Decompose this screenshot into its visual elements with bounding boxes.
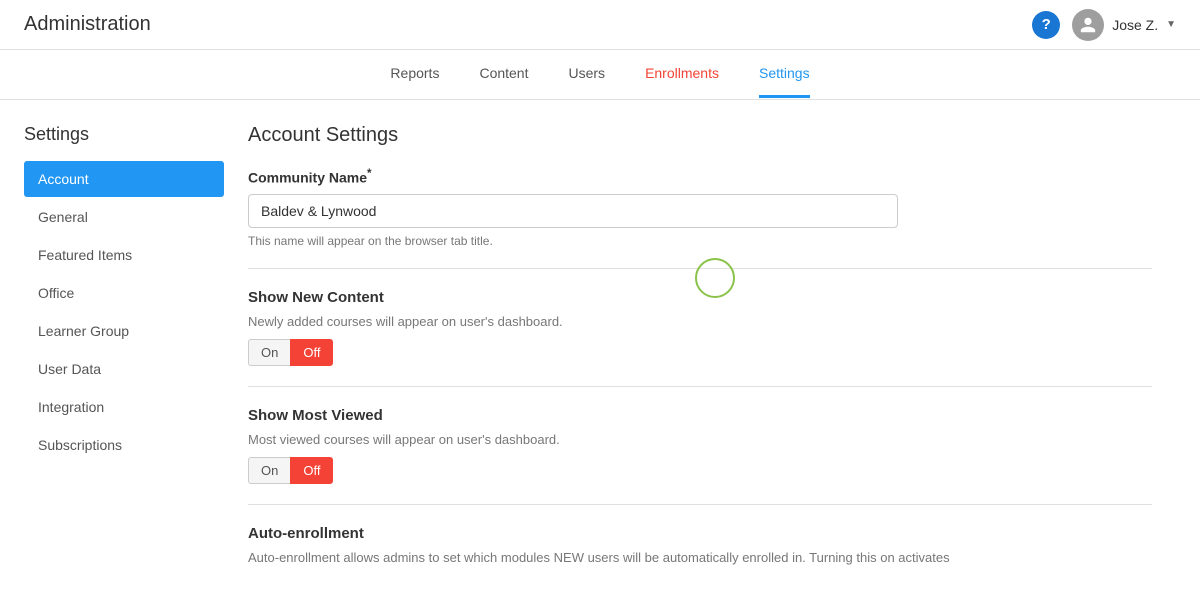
tab-users[interactable]: Users (569, 51, 606, 98)
sidebar-item-office[interactable]: Office (24, 275, 224, 311)
show-new-content-desc: Newly added courses will appear on user'… (248, 314, 1152, 329)
sidebar-item-featured-items[interactable]: Featured Items (24, 237, 224, 273)
header-right: ? Jose Z. ▼ (1032, 9, 1176, 41)
community-name-hint: This name will appear on the browser tab… (248, 234, 1152, 248)
community-name-input[interactable] (248, 194, 898, 228)
show-most-viewed-off[interactable]: Off (290, 457, 333, 484)
show-new-content-on[interactable]: On (248, 339, 290, 366)
main-content: Account Settings Community Name* This na… (224, 124, 1176, 575)
nav-tabs: Reports Content Users Enrollments Settin… (0, 50, 1200, 100)
show-new-content-title: Show New Content (248, 289, 1152, 306)
show-new-content-off[interactable]: Off (290, 339, 333, 366)
sidebar: Settings Account General Featured Items … (24, 124, 224, 575)
community-name-section: Community Name* This name will appear on… (248, 167, 1152, 248)
tab-content[interactable]: Content (479, 51, 528, 98)
show-new-content-section: Show New Content Newly added courses wil… (248, 289, 1152, 366)
auto-enrollment-title: Auto-enrollment (248, 525, 1152, 542)
divider-1 (248, 268, 1152, 269)
page-title: Account Settings (248, 124, 1152, 147)
sidebar-item-general[interactable]: General (24, 199, 224, 235)
show-most-viewed-desc: Most viewed courses will appear on user'… (248, 432, 1152, 447)
help-icon[interactable]: ? (1032, 11, 1060, 39)
divider-2 (248, 386, 1152, 387)
community-name-label: Community Name* (248, 167, 1152, 186)
avatar (1072, 9, 1104, 41)
tab-reports[interactable]: Reports (390, 51, 439, 98)
divider-3 (248, 504, 1152, 505)
chevron-down-icon: ▼ (1166, 19, 1176, 30)
show-most-viewed-section: Show Most Viewed Most viewed courses wil… (248, 407, 1152, 484)
top-header: Administration ? Jose Z. ▼ (0, 0, 1200, 50)
sidebar-item-learner-group[interactable]: Learner Group (24, 313, 224, 349)
show-most-viewed-title: Show Most Viewed (248, 407, 1152, 424)
sidebar-item-user-data[interactable]: User Data (24, 351, 224, 387)
sidebar-item-integration[interactable]: Integration (24, 389, 224, 425)
show-most-viewed-on[interactable]: On (248, 457, 290, 484)
sidebar-item-account[interactable]: Account (24, 161, 224, 197)
page-layout: Settings Account General Featured Items … (0, 100, 1200, 599)
show-new-content-toggle: On Off (248, 339, 1152, 366)
app-title: Administration (24, 13, 151, 36)
sidebar-item-subscriptions[interactable]: Subscriptions (24, 427, 224, 463)
auto-enrollment-desc: Auto-enrollment allows admins to set whi… (248, 550, 1152, 565)
user-name: Jose Z. (1112, 17, 1158, 33)
user-menu[interactable]: Jose Z. ▼ (1072, 9, 1176, 41)
tab-settings[interactable]: Settings (759, 51, 810, 98)
show-most-viewed-toggle: On Off (248, 457, 1152, 484)
tab-enrollments[interactable]: Enrollments (645, 51, 719, 98)
sidebar-title: Settings (24, 124, 224, 145)
